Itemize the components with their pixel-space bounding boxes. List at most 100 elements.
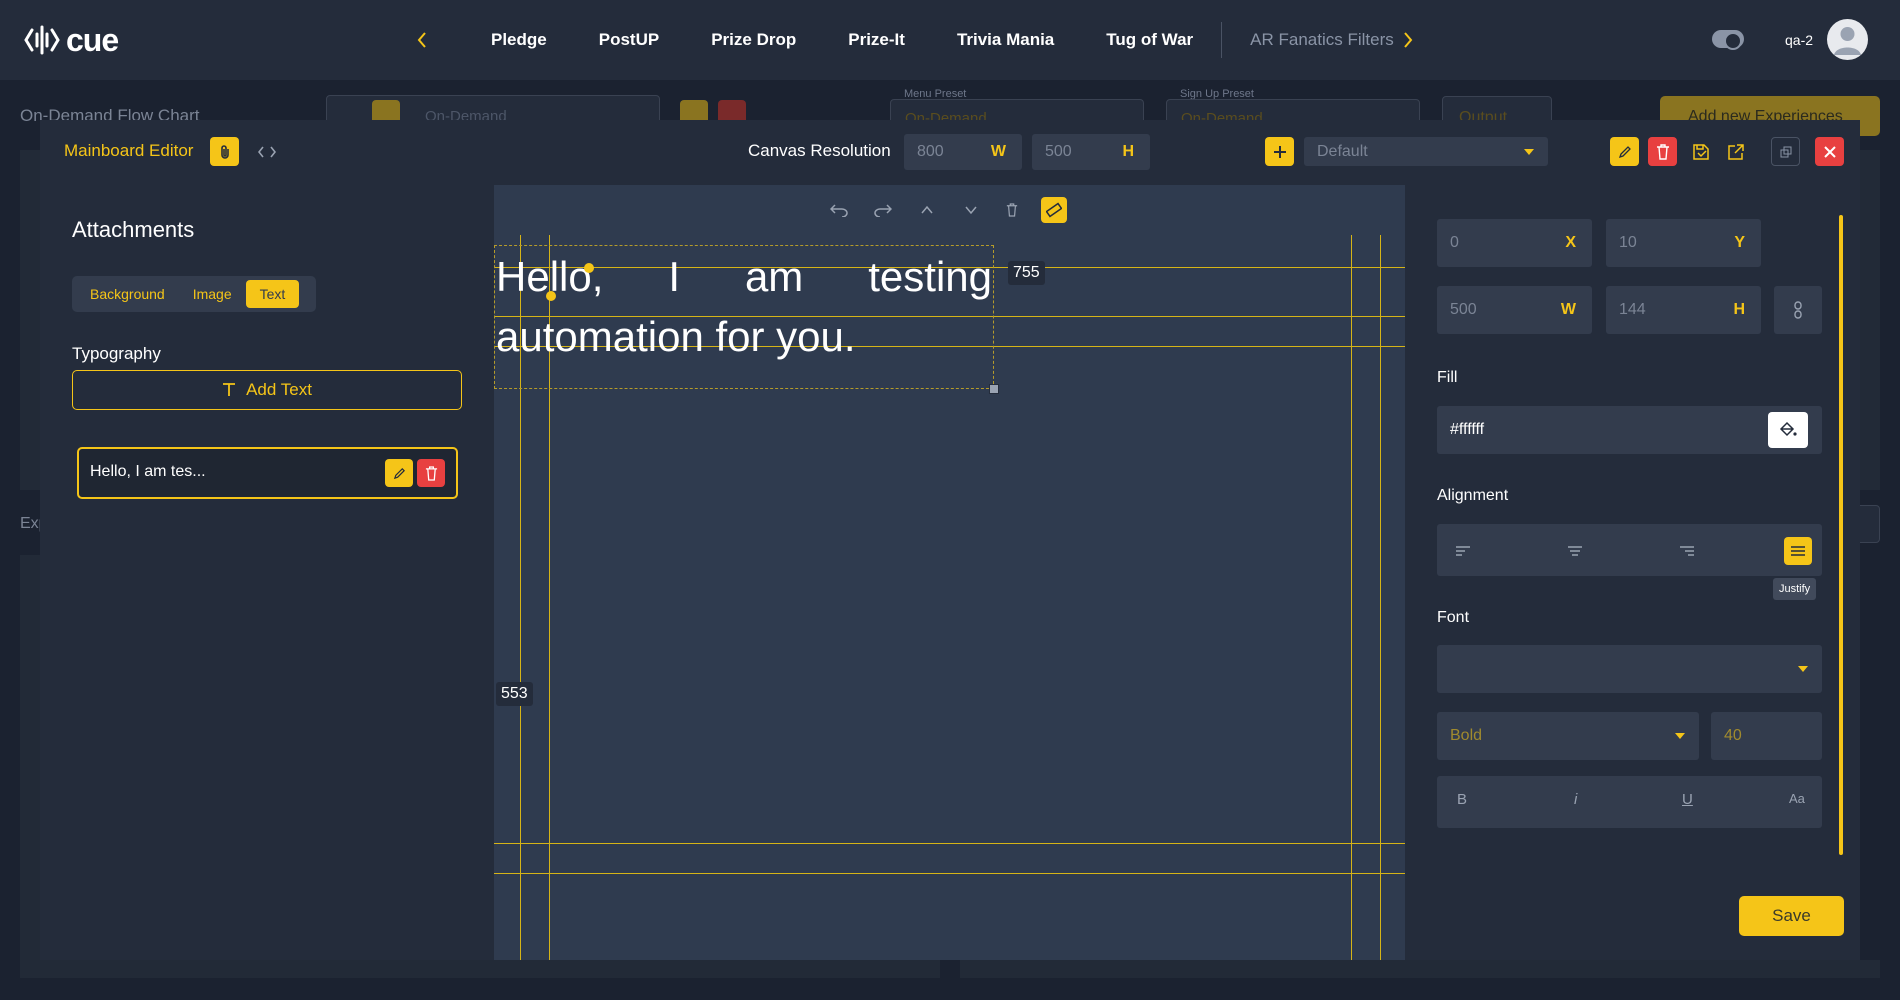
delete-button[interactable]: [1648, 137, 1677, 166]
distance-measure-right: 755: [1008, 261, 1045, 285]
canvas-height-field[interactable]: 500 H: [1032, 134, 1150, 170]
save-button[interactable]: Save: [1739, 896, 1844, 936]
font-size-field[interactable]: 40: [1711, 712, 1822, 760]
link-chain-icon: [1794, 301, 1802, 319]
nav-item-tug-of-war[interactable]: Tug of War: [1080, 30, 1219, 50]
top-navigation-bar: cue Pledge PostUP Prize Drop Prize-It Tr…: [0, 0, 1900, 80]
italic-button[interactable]: i: [1574, 791, 1577, 808]
background-bottom-strip-right: [960, 960, 1880, 978]
canvas-resolution-label: Canvas Resolution: [748, 141, 891, 160]
nav-item-postup[interactable]: PostUP: [573, 30, 685, 50]
edit-layer-button[interactable]: [385, 459, 413, 487]
save-preset-button[interactable]: [1686, 137, 1715, 166]
nav-item-trivia-mania[interactable]: Trivia Mania: [931, 30, 1080, 50]
align-left-icon[interactable]: [1449, 537, 1477, 565]
font-weight-value: Bold: [1450, 727, 1483, 744]
align-right-icon[interactable]: [1673, 537, 1701, 565]
font-weight-select[interactable]: Bold: [1437, 712, 1699, 760]
canvas-height-value: 500: [1045, 143, 1072, 160]
trash-icon: [425, 465, 437, 481]
preset-select[interactable]: Default: [1304, 137, 1548, 166]
duplicate-button[interactable]: [1771, 137, 1800, 166]
fill-label: Fill: [1437, 369, 1458, 386]
bring-forward-icon[interactable]: [914, 197, 940, 223]
size-w-value: 500: [1450, 301, 1477, 318]
ruler-icon[interactable]: [1041, 197, 1067, 223]
fill-color-value: #ffffff: [1450, 421, 1485, 438]
nav-item-pledge[interactable]: Pledge: [465, 30, 573, 50]
share-button[interactable]: [1721, 137, 1750, 166]
copy-icon: [1780, 146, 1791, 157]
close-button[interactable]: [1815, 137, 1844, 166]
tab-background[interactable]: Background: [76, 280, 179, 308]
trash-icon[interactable]: [999, 197, 1025, 223]
text-layer-item[interactable]: Hello, I am tes...: [77, 447, 458, 499]
lock-ratio-button[interactable]: [1774, 286, 1822, 334]
avatar[interactable]: [1827, 19, 1868, 60]
save-file-icon: [1692, 143, 1709, 160]
guide-anchor-handle[interactable]: [584, 263, 594, 273]
tab-text[interactable]: Text: [245, 280, 300, 308]
code-view-button[interactable]: [252, 137, 281, 166]
delete-layer-button[interactable]: [417, 459, 445, 487]
redo-icon[interactable]: [870, 197, 896, 223]
size-w-unit: W: [1560, 301, 1576, 318]
guide-anchor-handle[interactable]: [546, 291, 556, 301]
chevron-down-icon: [1675, 733, 1685, 739]
align-justify-icon[interactable]: [1784, 537, 1812, 565]
nav-item-prize-it[interactable]: Prize-It: [822, 30, 931, 50]
preset-select-value: Default: [1317, 142, 1368, 160]
add-preset-button[interactable]: [1265, 137, 1294, 166]
font-family-select[interactable]: [1437, 645, 1822, 693]
alignment-bar: [1437, 524, 1822, 576]
position-y-field[interactable]: 10 Y: [1606, 219, 1761, 267]
save-button-label: Save: [1772, 906, 1811, 925]
canvas-text-element[interactable]: Hello, I am testing automation for you.: [496, 247, 992, 367]
text-case-button[interactable]: Aa: [1789, 791, 1805, 806]
editor-canvas[interactable]: Hello, I am testing automation for you. …: [494, 185, 1405, 960]
add-text-button[interactable]: Add Text: [72, 370, 462, 410]
nav-divider: [1221, 22, 1223, 58]
send-backward-icon[interactable]: [958, 197, 984, 223]
attachment-type-tabs: Background Image Text: [72, 276, 316, 312]
size-h-value: 144: [1619, 301, 1646, 318]
code-brackets-icon: [257, 146, 276, 157]
nav-prev-arrow-icon[interactable]: [408, 26, 436, 54]
bold-button[interactable]: B: [1457, 791, 1467, 808]
mainboard-editor-modal: Mainboard Editor Canvas Resolution 800 W…: [40, 120, 1860, 960]
align-center-icon[interactable]: [1561, 537, 1589, 565]
resize-handle[interactable]: [989, 384, 999, 394]
canvas-width-field[interactable]: 800 W: [904, 134, 1022, 170]
font-label: Font: [1437, 609, 1470, 626]
size-h-unit: H: [1733, 301, 1745, 318]
position-x-field[interactable]: 0 X: [1437, 219, 1592, 267]
position-y-unit: Y: [1734, 234, 1745, 251]
nav-next-arrow-icon[interactable]: [1394, 26, 1422, 54]
distance-measure-bottom: 553: [496, 682, 533, 706]
properties-scrollbar[interactable]: [1839, 215, 1843, 855]
undo-icon[interactable]: [826, 197, 852, 223]
nav-item-ar-fanatics-filters[interactable]: AR Fanatics Filters: [1224, 30, 1420, 50]
tab-image[interactable]: Image: [179, 280, 246, 308]
underline-button[interactable]: U: [1682, 791, 1693, 808]
text-t-icon: [223, 383, 236, 396]
canvas-width-unit: W: [990, 143, 1006, 160]
app-logo[interactable]: cue: [24, 20, 119, 60]
trash-icon: [1656, 143, 1669, 160]
fill-color-field[interactable]: #ffffff: [1437, 406, 1822, 454]
paint-bucket-icon: [1779, 421, 1797, 437]
share-icon: [1727, 143, 1744, 160]
theme-toggle-icon[interactable]: [1712, 30, 1744, 50]
size-h-field[interactable]: 144 H: [1606, 286, 1761, 334]
background-bottom-panel: [20, 555, 40, 975]
typography-label: Typography: [72, 344, 161, 363]
size-w-field[interactable]: 500 W: [1437, 286, 1592, 334]
paint-bucket-button[interactable]: [1768, 412, 1808, 448]
edit-button[interactable]: [1610, 137, 1639, 166]
background-right-panel: [1860, 150, 1880, 490]
nav-item-prize-drop[interactable]: Prize Drop: [685, 30, 822, 50]
nav-items: Pledge PostUP Prize Drop Prize-It Trivia…: [465, 20, 1420, 60]
attachment-button[interactable]: [210, 137, 239, 166]
canvas-width-value: 800: [917, 143, 944, 160]
logo-waveform-icon: [24, 25, 60, 55]
